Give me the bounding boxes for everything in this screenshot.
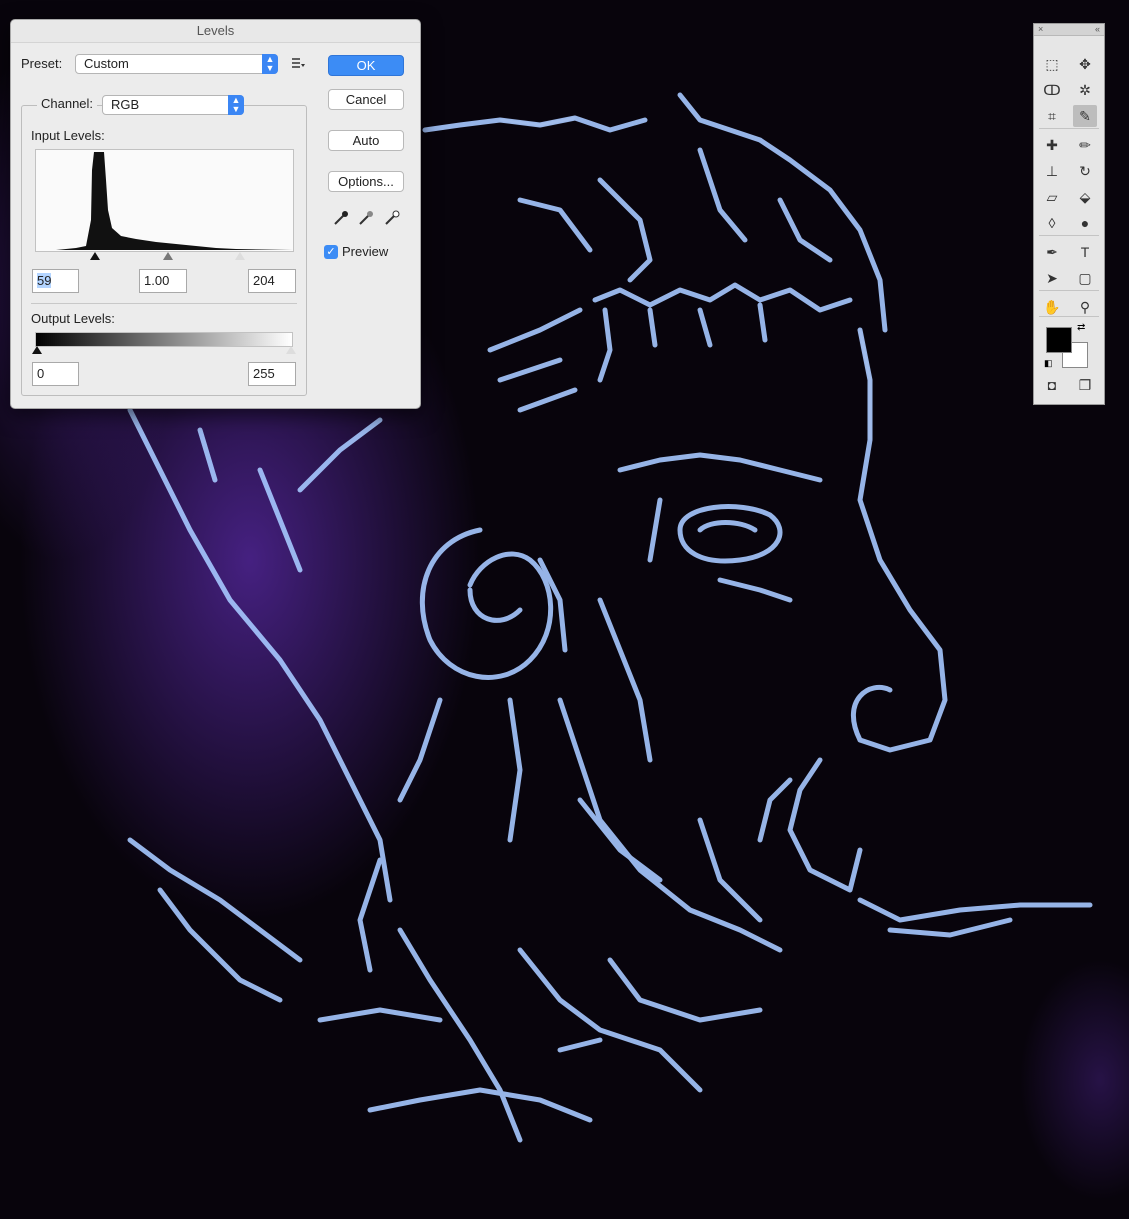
foreground-color-swatch[interactable] — [1046, 327, 1072, 353]
input-gamma-slider[interactable] — [163, 252, 173, 260]
screen-mode-icon[interactable]: ❐ — [1073, 374, 1097, 396]
output-black-field[interactable]: 0 — [32, 362, 79, 386]
channel-select[interactable]: RGB ▲ ▼ — [102, 95, 244, 115]
output-gradient — [35, 332, 293, 347]
levels-dialog: Levels Preset: Custom ▲ ▼ OK Cancel Auto … — [10, 19, 421, 409]
channel-value: RGB — [111, 97, 140, 112]
type-icon[interactable]: T — [1073, 241, 1097, 263]
input-gamma-field[interactable]: 1.00 — [139, 269, 187, 293]
white-point-eyedropper-icon[interactable] — [383, 209, 401, 227]
input-white-slider[interactable] — [235, 252, 245, 260]
divider — [31, 303, 297, 304]
preview-label: Preview — [342, 244, 389, 259]
dialog-title: Levels — [11, 20, 420, 43]
output-white-slider[interactable] — [286, 346, 296, 354]
input-black-value: 59 — [37, 273, 52, 288]
gray-point-eyedropper-icon[interactable] — [357, 209, 375, 227]
tool-separator — [1039, 316, 1099, 317]
zoom-icon[interactable]: ⚲ — [1073, 296, 1097, 318]
crop-icon[interactable]: ⌗ — [1040, 105, 1064, 127]
move-icon[interactable]: ✥ — [1073, 53, 1097, 75]
hand-icon[interactable]: ✋ — [1040, 296, 1064, 318]
default-colors-icon[interactable]: ◧ — [1044, 358, 1053, 369]
quick-selection-icon[interactable]: ✲ — [1073, 79, 1097, 101]
quick-mask-icon[interactable]: ◘ — [1040, 374, 1064, 396]
input-levels-label: Input Levels: — [31, 128, 105, 143]
chevron-updown-icon: ▲ ▼ — [262, 54, 278, 74]
auto-button[interactable]: Auto — [328, 130, 404, 151]
lasso-icon[interactable]: ↀ — [1040, 79, 1064, 101]
output-black-slider[interactable] — [32, 346, 42, 354]
history-brush-icon[interactable]: ↻ — [1073, 160, 1097, 182]
channel-label: Channel: — [37, 96, 98, 111]
dodge-icon[interactable]: ● — [1073, 212, 1097, 234]
options-button[interactable]: Options... — [328, 171, 404, 192]
pen-icon[interactable]: ✒ — [1040, 241, 1064, 263]
output-white-field[interactable]: 255 — [248, 362, 296, 386]
input-white-field[interactable]: 204 — [248, 269, 296, 293]
preset-value: Custom — [84, 56, 129, 71]
paint-bucket-icon[interactable]: ⬙ — [1073, 186, 1097, 208]
histogram — [35, 149, 294, 252]
preset-label: Preset: — [21, 56, 63, 71]
preview-checkbox[interactable]: ✓ — [324, 245, 338, 259]
chevron-updown-icon: ▲ ▼ — [228, 95, 244, 115]
brush-icon[interactable]: ✏ — [1073, 134, 1097, 156]
black-point-eyedropper-icon[interactable] — [332, 209, 350, 227]
tools-panel: × « ◧ ⇄ ⬚ ✥ ↀ ✲ ⌗ ✎ ✚ ✏ ⊥ ↻ ▱ ⬙ ◊ ● ✒ T ➤ ▢ ✋ ⚲ ◘ ❐ — [1033, 23, 1105, 405]
input-black-slider[interactable] — [90, 252, 100, 260]
blur-icon[interactable]: ◊ — [1040, 212, 1064, 234]
clone-stamp-icon[interactable]: ⊥ — [1040, 160, 1064, 182]
tools-panel-titlebar[interactable]: × « — [1034, 24, 1104, 36]
eyedropper-icon[interactable]: ✎ — [1073, 105, 1097, 127]
tool-separator — [1039, 128, 1099, 129]
rectangular-marquee-icon[interactable]: ⬚ — [1040, 53, 1064, 75]
tool-separator — [1039, 235, 1099, 236]
preset-select[interactable]: Custom ▲ ▼ — [75, 54, 278, 74]
tool-separator — [1039, 290, 1099, 291]
path-selection-icon[interactable]: ➤ — [1040, 267, 1064, 289]
output-levels-label: Output Levels: — [31, 311, 115, 326]
input-black-field[interactable]: 59 — [32, 269, 79, 293]
healing-brush-icon[interactable]: ✚ — [1040, 134, 1064, 156]
shape-icon[interactable]: ▢ — [1073, 267, 1097, 289]
cancel-button[interactable]: Cancel — [328, 89, 404, 110]
preset-options-icon[interactable] — [291, 56, 305, 70]
close-icon[interactable]: × — [1038, 24, 1043, 34]
collapse-icon[interactable]: « — [1095, 24, 1100, 34]
eraser-icon[interactable]: ▱ — [1040, 186, 1064, 208]
ok-button[interactable]: OK — [328, 55, 404, 76]
swap-colors-icon[interactable]: ⇄ — [1077, 322, 1085, 333]
histogram-graph — [36, 152, 293, 250]
